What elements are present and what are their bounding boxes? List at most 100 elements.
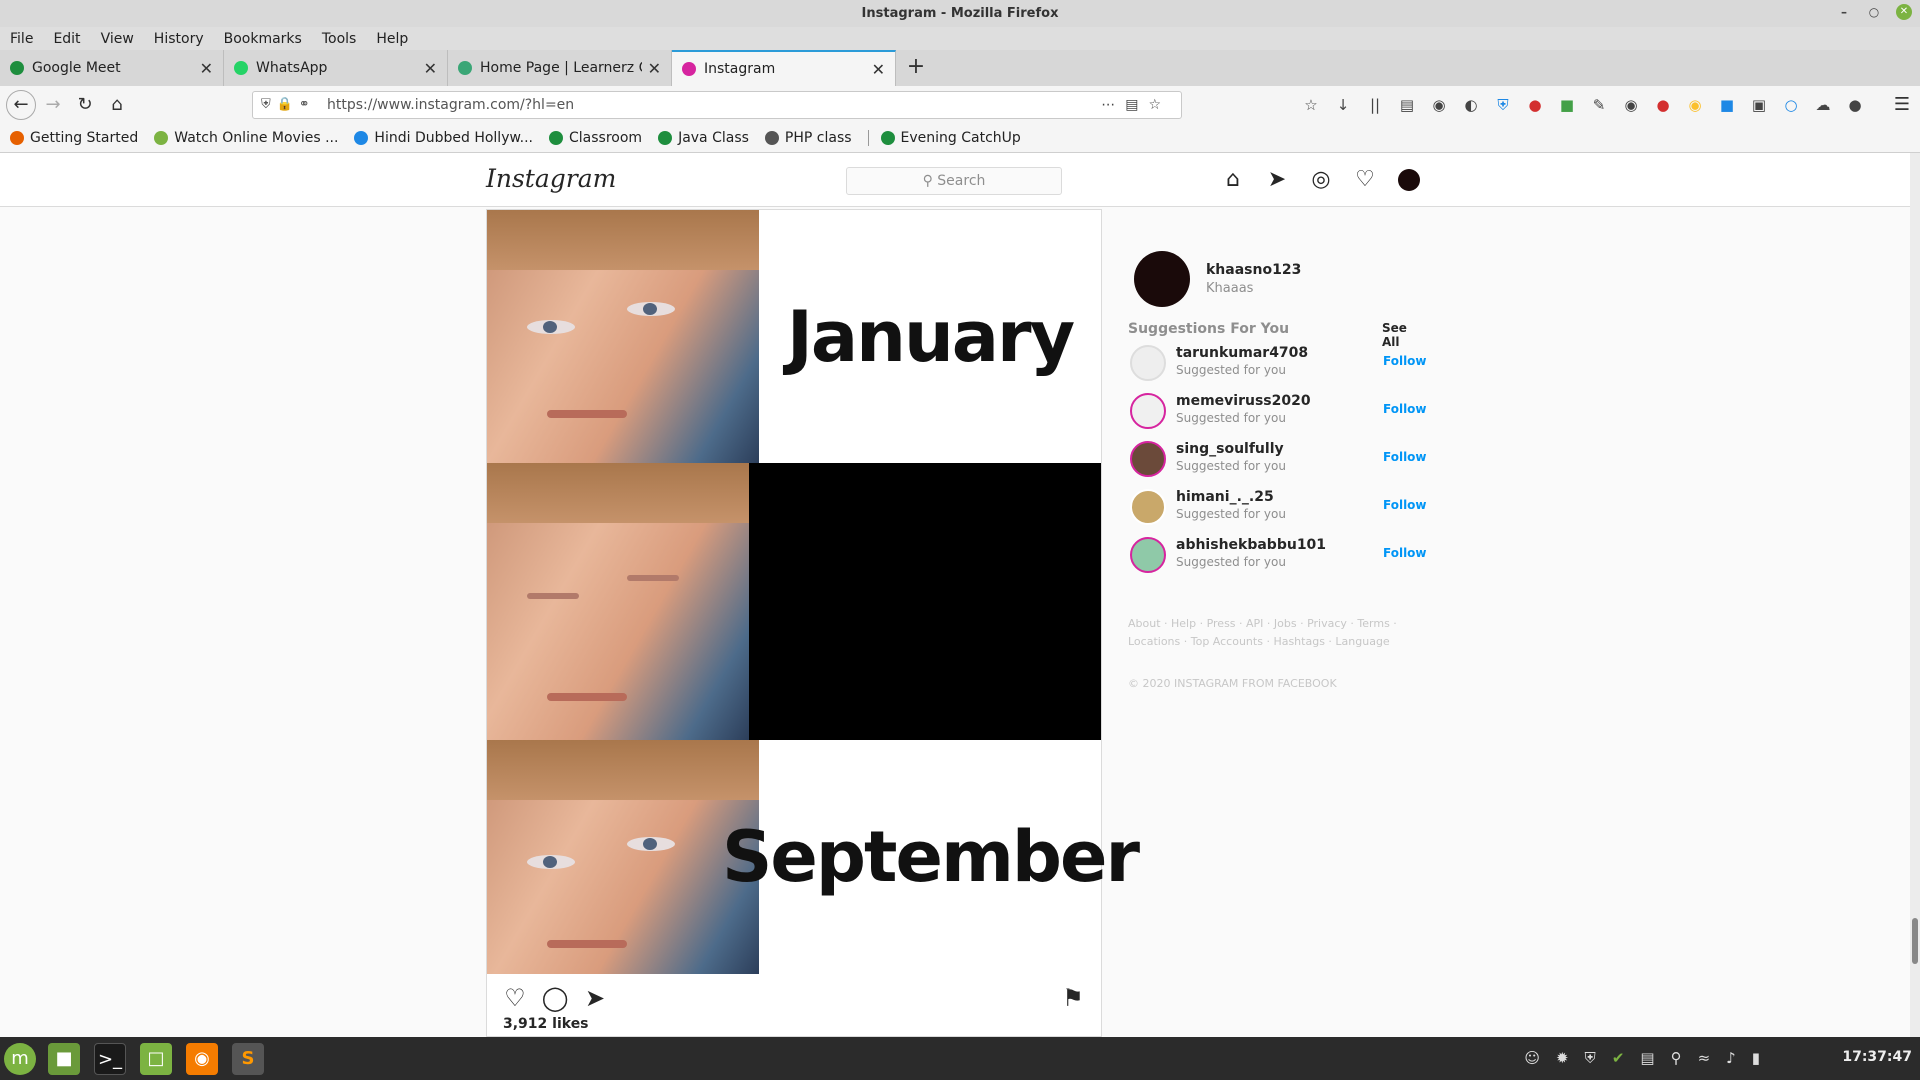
forward-button[interactable]: → [40, 92, 66, 118]
bookmark-watch-online-movies[interactable]: Watch Online Movies ... [154, 130, 338, 146]
save-bookmark-icon[interactable]: ⚑ [1059, 984, 1087, 1012]
page-scrollbar[interactable] [1910, 153, 1920, 1037]
zoom-extension-icon[interactable]: ■ [1716, 94, 1738, 116]
pen-extension-icon[interactable]: ✎ [1588, 94, 1610, 116]
explore-compass-icon[interactable]: ◎ [1308, 167, 1334, 193]
hamburger-menu-icon[interactable]: ☰ [1894, 94, 1910, 115]
avatar[interactable] [1134, 251, 1190, 307]
chrome-extension-icon[interactable]: ◉ [1684, 94, 1706, 116]
files-icon[interactable]: □ [140, 1043, 172, 1075]
code-extension-icon[interactable]: ▣ [1748, 94, 1770, 116]
location-icon[interactable]: ⚲ [1671, 1049, 1682, 1067]
firefox-icon[interactable]: ◉ [186, 1043, 218, 1075]
menu-edit[interactable]: Edit [43, 31, 90, 47]
likes-count[interactable]: 3,912 likes [503, 1016, 589, 1032]
suggestion-username[interactable]: himani_._.25 [1176, 489, 1274, 505]
url-bar[interactable]: ⛨🔒⚭ https://www.instagram.com/?hl=en ⋯▤☆ [252, 91, 1182, 119]
green-extension-icon[interactable]: ■ [1556, 94, 1578, 116]
comment-icon[interactable]: ◯ [541, 984, 569, 1012]
close-window-icon[interactable]: ✕ [1896, 4, 1912, 20]
extension-icon[interactable]: ◉ [1428, 94, 1450, 116]
activity-heart-icon[interactable]: ♡ [1352, 167, 1378, 193]
home-icon[interactable]: ⌂ [1220, 167, 1246, 193]
avatar[interactable] [1130, 393, 1166, 429]
avatar[interactable] [1130, 489, 1166, 525]
bookmark-getting-started[interactable]: Getting Started [10, 130, 138, 146]
follow-button[interactable]: Follow [1383, 450, 1427, 464]
follow-button[interactable]: Follow [1383, 546, 1427, 560]
footer-links-row[interactable]: About · Help · Press · API · Jobs · Priv… [1128, 615, 1418, 633]
direct-messages-icon[interactable]: ➤ [1264, 167, 1290, 193]
menu-file[interactable]: File [0, 31, 43, 47]
shield-icon[interactable]: ⛨ [1585, 1049, 1596, 1067]
avatar[interactable] [1130, 537, 1166, 573]
share-icon[interactable]: ➤ [581, 984, 609, 1012]
menu-bookmarks[interactable]: Bookmarks [214, 31, 312, 47]
avatar[interactable] [1130, 441, 1166, 477]
follow-button[interactable]: Follow [1383, 402, 1427, 416]
minimize-icon[interactable]: – [1836, 4, 1852, 20]
volume-icon[interactable]: ♪ [1726, 1049, 1736, 1067]
menu-view[interactable]: View [91, 31, 144, 47]
mint-menu-icon[interactable]: m [4, 1043, 36, 1075]
search-input[interactable]: ⚲ Search [846, 167, 1062, 195]
bluetooth-icon[interactable]: ✹ [1556, 1049, 1569, 1067]
reading-list-icon[interactable]: ☆ [1300, 94, 1322, 116]
suggestion-username[interactable]: sing_soulfully [1176, 441, 1284, 457]
tab-close-icon[interactable]: ✕ [648, 59, 661, 78]
adblock-icon[interactable]: ● [1524, 94, 1546, 116]
library-icon[interactable]: || [1364, 94, 1386, 116]
clock[interactable]: 17:37:47 [1842, 1049, 1912, 1065]
like-heart-icon[interactable]: ♡ [501, 984, 529, 1012]
account-icon[interactable]: ● [1844, 94, 1866, 116]
show-desktop-icon[interactable]: ■ [48, 1043, 80, 1075]
follow-button[interactable]: Follow [1383, 354, 1427, 368]
tab-instagram[interactable]: Instagram ✕ [672, 50, 896, 86]
terminal-icon[interactable]: >_ [94, 1043, 126, 1075]
bookmark-evening-catchup[interactable]: Evening CatchUp [880, 130, 1021, 146]
profile-username[interactable]: khaasno123 [1206, 262, 1301, 278]
footer-links-row[interactable]: Locations · Top Accounts · Hashtags · La… [1128, 633, 1418, 651]
wifi-icon[interactable]: ≈ [1698, 1049, 1711, 1067]
tab-google-meet[interactable]: Google Meet ✕ [0, 50, 224, 86]
tab-learnerz[interactable]: Home Page | Learnerz Corn ✕ [448, 50, 672, 86]
home-button[interactable]: ⌂ [104, 92, 130, 118]
bookmark-classroom[interactable]: Classroom [549, 130, 642, 146]
sidebar-icon[interactable]: ▤ [1396, 94, 1418, 116]
menu-history[interactable]: History [144, 31, 214, 47]
suggestion-username[interactable]: memeviruss2020 [1176, 393, 1311, 409]
accessibility-icon[interactable]: ☺ [1524, 1049, 1540, 1067]
tab-close-icon[interactable]: ✕ [424, 59, 437, 78]
cc-extension-icon[interactable]: ○ [1780, 94, 1802, 116]
bookmark-php-class[interactable]: PHP class [764, 130, 852, 146]
follow-button[interactable]: Follow [1383, 498, 1427, 512]
shield-extension-icon[interactable]: ⛨ [1492, 94, 1514, 116]
download-icon[interactable]: ↓ [1332, 94, 1354, 116]
clipboard-icon[interactable]: ▤ [1640, 1049, 1654, 1067]
tab-close-icon[interactable]: ✕ [872, 60, 885, 79]
page-actions-icon[interactable]: ⋯▤☆ [1101, 92, 1171, 118]
avatar[interactable] [1130, 345, 1166, 381]
tab-whatsapp[interactable]: WhatsApp ✕ [224, 50, 448, 86]
bookmark-java-class[interactable]: Java Class [658, 130, 749, 146]
scrollbar-thumb[interactable] [1912, 918, 1918, 964]
profile-avatar[interactable] [1396, 167, 1422, 193]
reload-button[interactable]: ↻ [72, 92, 98, 118]
footer-links[interactable]: About · Help · Press · API · Jobs · Priv… [1128, 615, 1418, 651]
new-tab-button[interactable]: + [896, 50, 936, 86]
menu-help[interactable]: Help [366, 31, 418, 47]
tab-close-icon[interactable]: ✕ [200, 59, 213, 78]
dark-extension-icon[interactable]: ◉ [1620, 94, 1642, 116]
notification-extension-icon[interactable]: ● [1652, 94, 1674, 116]
bookmark-hindi-dubbed[interactable]: Hindi Dubbed Hollyw... [354, 130, 533, 146]
menu-tools[interactable]: Tools [312, 31, 367, 47]
shield-lock-icon[interactable]: ⛨🔒⚭ [261, 92, 316, 118]
cloud-extension-icon[interactable]: ☁ [1812, 94, 1834, 116]
battery-icon[interactable]: ▮ [1752, 1049, 1760, 1067]
suggestion-username[interactable]: tarunkumar4708 [1176, 345, 1308, 361]
back-button[interactable]: ← [6, 90, 36, 120]
sublime-text-icon[interactable]: S [232, 1043, 264, 1075]
suggestion-username[interactable]: abhishekbabbu101 [1176, 537, 1326, 553]
instagram-logo[interactable]: Instagram [486, 164, 616, 193]
maximize-icon[interactable]: ○ [1866, 4, 1882, 20]
